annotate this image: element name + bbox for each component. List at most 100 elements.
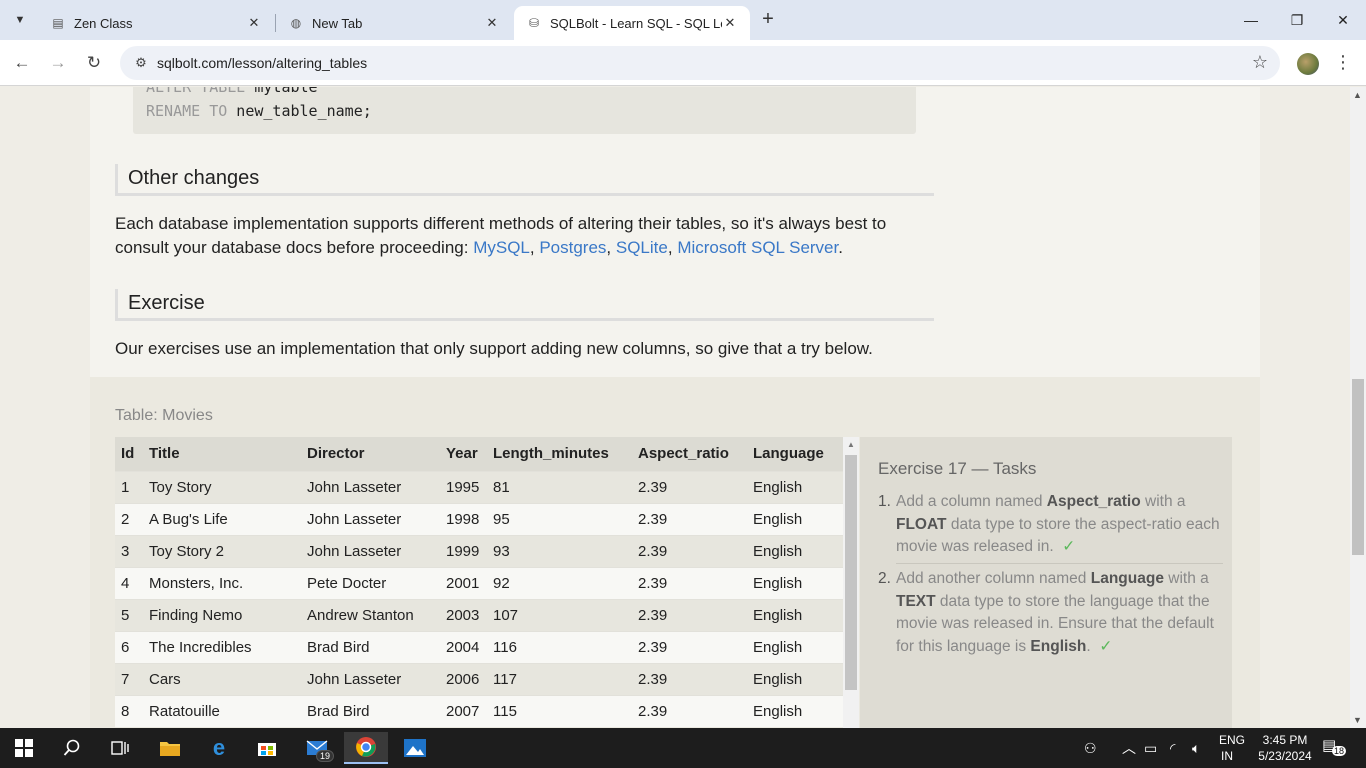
task-keyword: Language [1090, 570, 1164, 587]
table-cell: 2.39 [632, 566, 747, 599]
input-language-indicator[interactable]: ENG IN [1219, 732, 1245, 764]
table-row: 4 Monsters, Inc. Pete Docter 2001 92 2.39 Engl… [115, 566, 843, 599]
scroll-down-arrow-icon[interactable]: ▼ [1353, 715, 1362, 725]
table-cell: English [747, 502, 843, 535]
scroll-up-arrow-icon[interactable]: ▲ [1353, 90, 1362, 100]
tab-label: New Tab [312, 15, 363, 31]
task-keyword: TEXT [896, 592, 936, 610]
mssql-docs-link[interactable]: Microsoft SQL Server [677, 238, 838, 257]
task-keyword: FLOAT [896, 515, 947, 533]
close-window-icon[interactable]: ✕ [1320, 0, 1366, 40]
table-row: 6 The Incredibles Brad Bird 2004 116 2.39 Engl… [115, 630, 843, 663]
code-keyword: ALTER TABLE [146, 87, 246, 96]
volume-icon[interactable]: 🔈︎ [1192, 728, 1200, 768]
table-row: 7 Cars John Lasseter 2006 117 2.39 English [115, 662, 843, 695]
table-cell: 117 [487, 662, 632, 695]
show-hidden-icons-chevron-icon[interactable]: ︿ [1122, 728, 1136, 768]
column-header: Title [143, 437, 301, 471]
table-cell: 2006 [440, 662, 487, 695]
task-text-part: with a [1140, 493, 1186, 510]
table-row: 5 Finding Nemo Andrew Stanton 2003 107 2.39 En… [115, 598, 843, 631]
windows-start-icon[interactable] [2, 732, 46, 764]
table-cell: English [747, 662, 843, 695]
table-cell: Finding Nemo [143, 598, 301, 631]
table-scroll-thumb[interactable] [845, 455, 857, 690]
postgres-docs-link[interactable]: Postgres [539, 238, 606, 257]
address-bar[interactable]: ⚙ sqlbolt.com/lesson/altering_tables ☆ [120, 46, 1280, 80]
file-explorer-icon[interactable] [148, 732, 192, 764]
browser-tab-strip: ▼ ▤ Zen Class ✕ ◍ New Tab ✕ ⛁ SQLBolt - … [0, 0, 1366, 40]
close-tab-icon[interactable]: ✕ [484, 15, 500, 31]
task-text-part: Add another column named [896, 570, 1091, 587]
sqlite-docs-link[interactable]: SQLite [616, 238, 668, 257]
tab-new-tab[interactable]: ◍ New Tab ✕ [276, 6, 512, 40]
table-cell: English [747, 470, 843, 503]
tab-label: Zen Class [74, 15, 133, 31]
tab-search-chevron-icon[interactable]: ▼ [8, 8, 32, 32]
table-row: 2A Bug's Life John Lasseter 1998 95 2.39 Engl… [115, 502, 843, 535]
table-cell: John Lasseter [301, 502, 440, 535]
edge-browser-icon[interactable]: e [197, 732, 241, 764]
task-divider [896, 563, 1223, 564]
profile-avatar[interactable] [1297, 53, 1319, 75]
table-cell: 7 [115, 662, 143, 695]
bookmark-star-icon[interactable]: ☆ [1252, 52, 1268, 73]
scroll-up-arrow-icon[interactable]: ▲ [847, 440, 855, 449]
table-cell: Andrew Stanton [301, 598, 440, 631]
table-cell: 2007 [440, 694, 487, 727]
restore-window-icon[interactable]: ❐ [1274, 0, 1320, 40]
clock-time: 3:45 PM [1262, 733, 1308, 747]
task-item-2: 2. Add another column named Language wit… [878, 568, 1225, 658]
tab-sqlbolt[interactable]: ⛁ SQLBolt - Learn SQL - SQL Less ✕ [514, 6, 750, 40]
column-header: Aspect_ratio [632, 437, 747, 471]
paragraph-end: . [838, 238, 843, 257]
task-text-part: . [1086, 637, 1091, 655]
table-cell: 116 [487, 630, 632, 663]
page-scroll-thumb[interactable] [1352, 379, 1364, 555]
lesson-content: ALTER TABLE mytable RENAME TO new_table_… [90, 87, 1260, 728]
clock-date: 5/23/2024 [1258, 749, 1312, 763]
close-tab-icon[interactable]: ✕ [722, 15, 738, 31]
chrome-browser-icon[interactable] [344, 732, 388, 764]
tab-zen-class[interactable]: ▤ Zen Class ✕ [38, 6, 274, 40]
people-icon[interactable]: ⚇ [1084, 728, 1097, 768]
table-cell: 115 [487, 694, 632, 727]
code-keyword: RENAME TO [146, 102, 228, 120]
new-tab-plus-icon[interactable]: + [756, 8, 780, 32]
page-scrollbar[interactable]: ▲ ▼ [1350, 87, 1366, 728]
forward-arrow-icon[interactable]: → [44, 49, 72, 77]
back-arrow-icon[interactable]: ← [8, 49, 36, 77]
movies-table-wrapper[interactable]: Id Title Director Year Length_minutes As… [115, 437, 843, 728]
search-icon[interactable] [50, 732, 94, 764]
table-cell: 2.39 [632, 598, 747, 631]
url-text[interactable]: sqlbolt.com/lesson/altering_tables [157, 55, 367, 71]
task-view-icon[interactable] [98, 732, 142, 764]
table-cell: 2.39 [632, 630, 747, 663]
browser-menu-icon[interactable]: ⋮ [1334, 52, 1352, 73]
mysql-docs-link[interactable]: MySQL [473, 238, 530, 257]
exercise-area: Table: Movies Id Title Director Year Len… [90, 377, 1260, 728]
wifi-icon[interactable]: ◜ [1170, 728, 1175, 768]
separator: , [606, 238, 616, 257]
code-identifier: mytable [245, 87, 318, 96]
table-cell: 2.39 [632, 694, 747, 727]
photos-app-icon[interactable] [393, 732, 437, 764]
close-tab-icon[interactable]: ✕ [246, 15, 262, 31]
action-center-icon[interactable]: ▤ 18 [1322, 736, 1347, 756]
site-settings-icon[interactable]: ⚙ [132, 54, 150, 72]
minimize-window-icon[interactable]: — [1228, 0, 1274, 40]
system-clock[interactable]: 3:45 PM 5/23/2024 [1254, 732, 1316, 764]
movies-table: Id Title Director Year Length_minutes As… [115, 437, 843, 727]
web-page: ALTER TABLE mytable RENAME TO new_table_… [0, 87, 1350, 728]
microsoft-store-icon[interactable] [245, 732, 289, 764]
table-cell: 2.39 [632, 470, 747, 503]
battery-icon[interactable]: ▭ [1144, 728, 1157, 768]
table-cell: Cars [143, 662, 301, 695]
mail-icon[interactable]: 19 [295, 732, 339, 764]
code-line: ALTER TABLE mytable [146, 87, 903, 99]
task-text: Add a column named Aspect_ratio with a F… [896, 491, 1225, 559]
table-cell: 2003 [440, 598, 487, 631]
reload-icon[interactable]: ↻ [80, 49, 108, 77]
column-header: Language [747, 437, 843, 471]
table-scrollbar[interactable]: ▲ [843, 437, 859, 728]
